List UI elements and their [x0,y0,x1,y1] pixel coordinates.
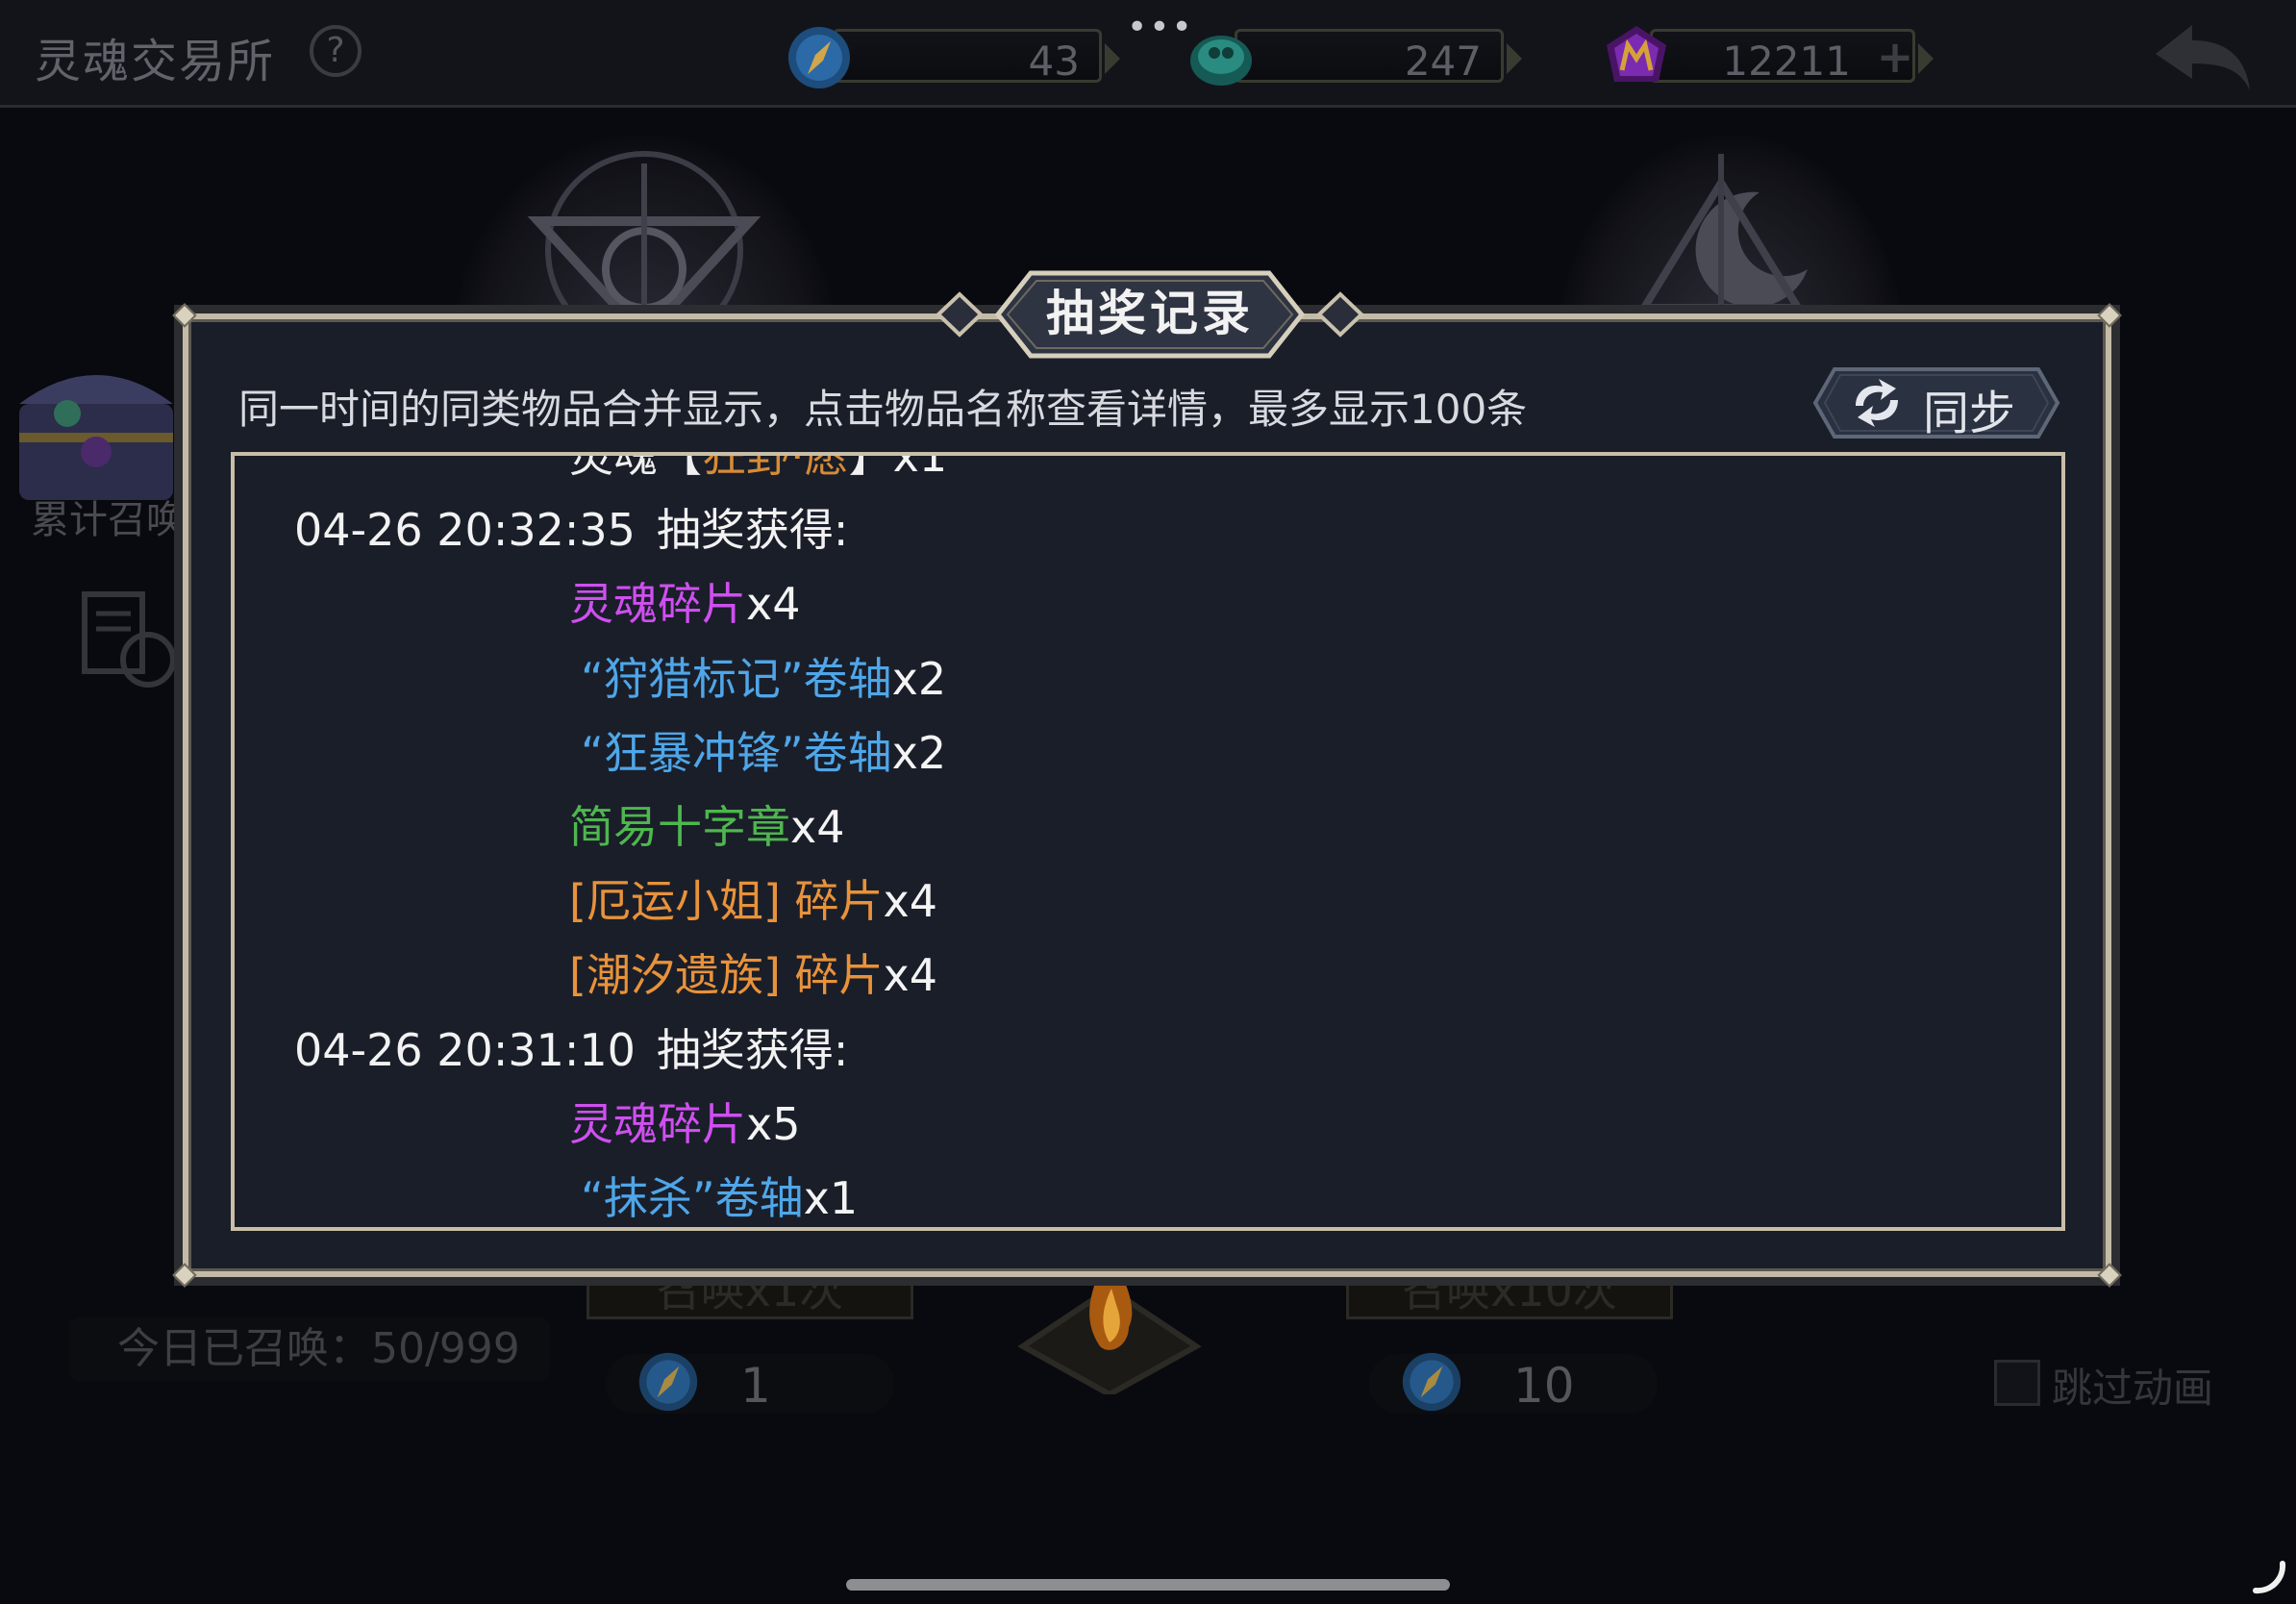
item-qty: x2 [891,726,947,779]
list-item: “抹杀”卷轴x1 [235,1162,2061,1227]
item-name[interactable]: “狂暴冲锋”卷轴 [581,727,892,779]
summon-compass-icon [788,27,850,88]
list-item: “狩猎标记”卷轴x2 [235,642,2061,716]
add-gem-button[interactable]: + [1874,35,1916,79]
list-item: 灵魂碎片x5 [235,1088,2061,1162]
teal-orb-icon [1190,36,1252,86]
item-name[interactable]: 狂野·愿 [702,456,849,482]
item-name[interactable]: 简易十字章 [569,801,790,853]
item-name[interactable]: “抹杀”卷轴 [581,1172,804,1224]
cumulative-summon-label: 累计召唤 [31,498,185,542]
list-item: “狂暴冲锋”卷轴x2 [235,716,2061,790]
record-hint-text: 同一时间的同类物品合并显示，点击物品名称查看详情，最多显示100条 [238,386,1528,433]
right-moon-emblem-icon [1636,154,1808,317]
currency-gem-value: 12211 [1722,38,1851,85]
record-label: 抽奖获得: [656,504,849,557]
modal-title: 抽奖记录 [1046,286,1254,341]
record-timestamp-row: 04-26 20:31:10 抽奖获得: [235,1014,2061,1088]
item-qty: x1 [803,1171,859,1224]
item-qty: x4 [746,578,801,631]
top-bar: 灵魂交易所 ? ••• 43 247 12211 + [0,0,2296,108]
record-label: 抽奖获得: [656,1023,849,1076]
item-name[interactable]: “狩猎标记”卷轴 [581,653,892,705]
skip-animation-label: 跳过动画 [2052,1365,2214,1412]
help-icon[interactable]: ? [310,25,362,77]
item-qty: x2 [891,652,947,705]
loading-spinner-icon [2253,1561,2286,1594]
summon-ten-cost-value: 10 [1513,1358,1575,1414]
item-bracket: 【 [658,452,702,482]
list-item: 简易十字章x4 [235,790,2061,865]
more-menu-icon[interactable]: ••• [1127,8,1194,47]
item-name[interactable]: 灵魂碎片 [569,1098,746,1150]
item-bracket: 】 [848,452,893,482]
record-document-icon[interactable] [77,589,183,694]
app-title: 灵魂交易所 [35,35,276,88]
record-list-content: 灵魂【狂野·愿】x1 04-26 20:32:35 抽奖获得: 灵魂碎片x4 “狩… [235,452,2061,1227]
record-time: 04-26 20:32:35 [294,504,636,557]
item-qty: x4 [883,875,938,928]
today-summon-count: 今日已召唤：50/999 [69,1317,550,1381]
sync-button-label: 同步 [1923,387,2016,440]
purple-m-gem-icon [1607,26,1666,82]
back-arrow-icon[interactable] [2150,19,2256,96]
list-item: 灵魂【狂野·愿】x1 [235,452,2061,493]
summon-once-cost-value: 1 [740,1358,771,1414]
list-item: 灵魂碎片x4 [235,567,2061,641]
summon-once-cost: 1 [606,1352,894,1414]
sync-button[interactable]: 同步 [1811,365,2061,440]
list-item: [厄运小姐] 碎片x4 [235,865,2061,939]
item-name[interactable]: [厄运小姐] 碎片 [569,875,884,927]
skip-animation-checkbox[interactable] [1994,1360,2040,1406]
currency-compass: 43 [788,27,1120,88]
currency-orb-value: 247 [1404,38,1482,85]
currency-orb: 247 [1190,29,1522,86]
item-qty: x4 [790,800,845,853]
record-time: 04-26 20:31:10 [294,1023,636,1076]
sync-arrows-icon [1856,379,1898,427]
game-screen: { "header": { "title": "灵魂交易所", "help_ic… [0,0,2296,1604]
item-qty: x5 [746,1097,801,1150]
item-name[interactable]: 灵魂碎片 [569,578,746,630]
summon-compass-icon [1402,1352,1461,1412]
record-list[interactable]: 灵魂【狂野·愿】x1 04-26 20:32:35 抽奖获得: 灵魂碎片x4 “狩… [231,452,2065,1231]
item-qty: x1 [892,452,948,482]
summon-compass-icon [638,1352,698,1412]
item-name[interactable]: [潮汐遗族] 碎片 [569,949,884,1001]
record-timestamp-row: 04-26 20:32:35 抽奖获得: [235,493,2061,567]
home-indicator[interactable] [846,1579,1450,1591]
currency-gem: 12211 + [1607,26,1934,85]
list-item: [潮汐遗族] 碎片x4 [235,939,2061,1013]
summon-ten-cost: 10 [1369,1352,1658,1414]
item-prefix: 灵魂 [569,452,658,482]
left-rune-emblem-icon [527,151,761,337]
item-qty: x4 [883,949,938,1002]
currency-compass-value: 43 [1028,38,1080,85]
